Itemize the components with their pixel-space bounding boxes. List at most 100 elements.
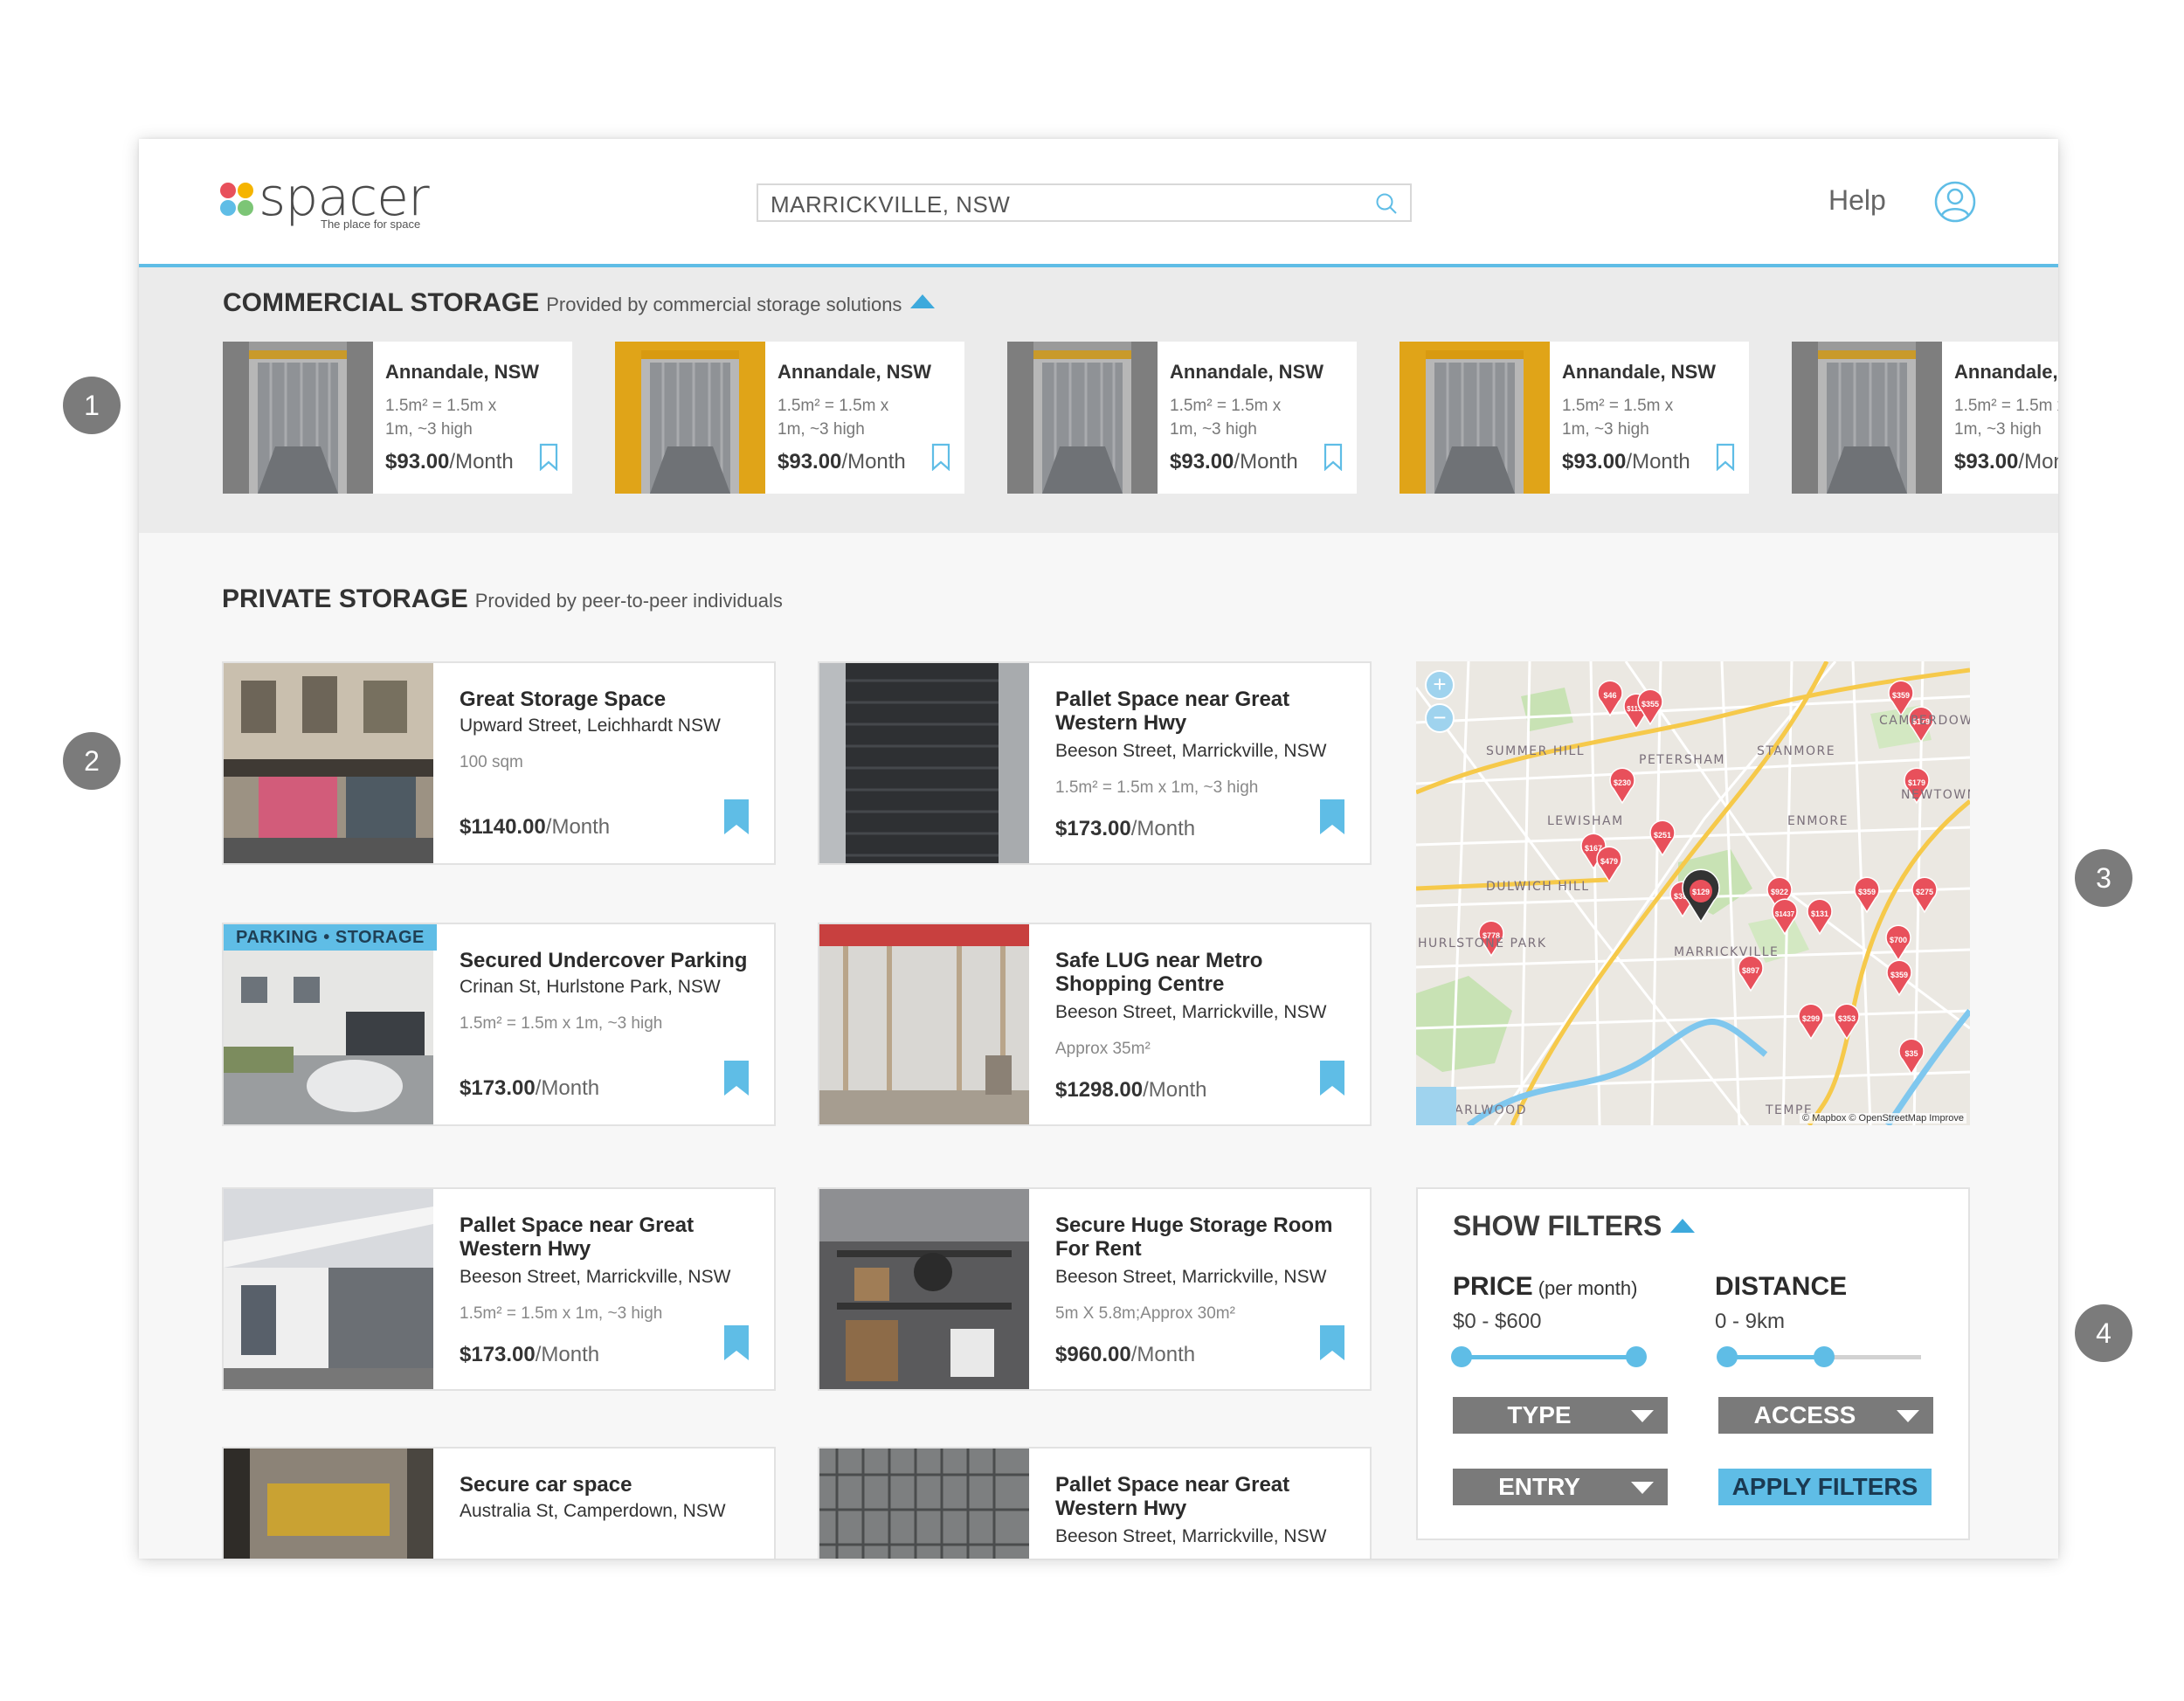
listing-photo[interactable] xyxy=(819,663,1029,863)
listing-title[interactable]: Great Storage Space xyxy=(460,688,761,711)
storage-unit-photo[interactable] xyxy=(223,342,373,494)
apply-filters-button[interactable]: APPLY FILTERS xyxy=(1718,1469,1932,1505)
bookmark-filled-icon[interactable] xyxy=(723,1061,750,1096)
distance-range-value: 0 - 9km xyxy=(1715,1310,1786,1333)
map-expand-icon[interactable] xyxy=(1416,1087,1456,1125)
listing-dimensions: 5m X 5.8m;Approx 30m² xyxy=(1055,1304,1235,1323)
price-amount: $173.00 xyxy=(460,1076,536,1100)
access-dropdown-label: ACCESS xyxy=(1753,1401,1856,1428)
listing-address: Upward Street, Leichhardt NSW xyxy=(460,716,721,736)
price-unit: /Month xyxy=(1130,1343,1196,1366)
commercial-listing-card[interactable]: Annandale, NSW 1.5m² = 1.5m x 1m, ~3 high… xyxy=(1007,342,1357,494)
filters-caret-icon xyxy=(1670,1218,1696,1233)
bookmark-outline-icon[interactable] xyxy=(1716,443,1735,471)
map-area-label: NEWTOWN xyxy=(1901,788,1970,802)
private-listing-card[interactable]: Safe LUG near Metro Shopping Centre Beeso… xyxy=(818,923,1372,1126)
bookmark-filled-icon[interactable] xyxy=(723,799,750,834)
listing-price: $93.00/Month xyxy=(1562,450,1690,474)
commercial-listing-card[interactable]: Annandale, NSW 1.5m² = 1.5m x 1m, ~3 high… xyxy=(1400,342,1749,494)
price-amount: $93.00 xyxy=(1954,450,2019,474)
map-pin-price: $922 xyxy=(1771,888,1788,896)
entry-dropdown[interactable]: ENTRY xyxy=(1453,1469,1668,1505)
listing-photo[interactable] xyxy=(819,1189,1029,1389)
listing-title[interactable]: Secure car space xyxy=(460,1473,761,1497)
listing-price: $93.00/Month xyxy=(385,450,514,474)
listing-photo[interactable] xyxy=(224,1189,433,1389)
bookmark-outline-icon[interactable] xyxy=(539,443,558,471)
price-slider-min-handle[interactable] xyxy=(1451,1346,1472,1367)
listing-address: Beeson Street, Marrickville, NSW xyxy=(1055,741,1327,761)
commercial-listing-card[interactable]: Annandale, NSW 1.5m² = 1.5m x 1m, ~3 high… xyxy=(615,342,964,494)
map-area-label: CAMPERDOWN xyxy=(1879,714,1970,728)
listing-photo[interactable] xyxy=(224,663,433,863)
price-amount: $1140.00 xyxy=(460,815,546,839)
distance-slider-max-handle[interactable] xyxy=(1814,1346,1835,1367)
listings-map[interactable]: $46 $1136 $355 $359 $179 $230 $179 $251 $167 $479… xyxy=(1416,661,1970,1125)
listing-title[interactable]: Pallet Space near Great Western Hwy xyxy=(1055,688,1357,735)
listing-title[interactable]: Secured Undercover Parking xyxy=(460,949,761,972)
listing-photo[interactable] xyxy=(224,1449,433,1559)
zoom-in-button[interactable]: + xyxy=(1425,670,1455,700)
listing-photo[interactable] xyxy=(224,924,433,1124)
price-unit: /Month xyxy=(535,1076,600,1100)
map-attribution[interactable]: © Mapbox © OpenStreetMap Improve xyxy=(1800,1113,1966,1124)
private-listing-card[interactable]: Great Storage Space Upward Street, Leichh… xyxy=(222,661,776,865)
commercial-listing-card[interactable]: Annandale, NSW 1.5m² = 1.5m x 1m, ~3 high… xyxy=(1792,342,2058,494)
search-icon[interactable] xyxy=(1375,192,1398,215)
listing-title[interactable]: Pallet Space near Great Western Hwy xyxy=(460,1214,761,1261)
help-link[interactable]: Help xyxy=(1828,184,1886,217)
private-listing-card[interactable]: Pallet Space near Great Western Hwy Beeso… xyxy=(818,661,1372,865)
step-marker-3: 3 xyxy=(2075,849,2132,907)
storage-unit-photo[interactable] xyxy=(615,342,765,494)
bookmark-filled-icon[interactable] xyxy=(1319,1061,1345,1096)
map-pin-price: $46 xyxy=(1603,691,1616,700)
price-amount: $93.00 xyxy=(385,450,450,474)
commercial-heading: COMMERCIAL STORAGE Provided by commercial… xyxy=(223,288,936,318)
location-search-input[interactable]: MARRICKVILLE, NSW xyxy=(757,183,1412,222)
step-marker-1: 1 xyxy=(63,377,121,434)
map-pin-price: $35 xyxy=(1904,1049,1918,1058)
listing-location: Annandale, NSW xyxy=(778,361,932,383)
storage-unit-photo[interactable] xyxy=(1792,342,1942,494)
listing-photo[interactable] xyxy=(819,1449,1029,1559)
price-amount: $1298.00 xyxy=(1055,1078,1144,1102)
listing-title[interactable]: Pallet Space near Great Western Hwy xyxy=(1055,1473,1357,1520)
price-amount: $93.00 xyxy=(1170,450,1234,474)
access-dropdown[interactable]: ACCESS xyxy=(1718,1397,1933,1434)
price-slider[interactable] xyxy=(1451,1345,1647,1369)
bookmark-filled-icon[interactable] xyxy=(723,1325,750,1360)
distance-slider-fill xyxy=(1727,1355,1824,1359)
zoom-out-button[interactable]: − xyxy=(1425,703,1455,733)
price-amount: $173.00 xyxy=(1055,817,1131,840)
map-pin-price: $359 xyxy=(1858,888,1876,896)
show-filters-toggle[interactable]: SHOW FILTERS xyxy=(1453,1210,1696,1242)
listing-dimensions: 1.5m² = 1.5m x 1m, ~3 high xyxy=(1954,397,2058,439)
private-listing-card[interactable]: Secured Undercover Parking Crinan St, Hur… xyxy=(222,923,776,1126)
type-dropdown[interactable]: TYPE xyxy=(1453,1397,1668,1434)
user-account-icon[interactable] xyxy=(1934,181,1976,223)
storage-unit-photo[interactable] xyxy=(1400,342,1550,494)
distance-slider[interactable] xyxy=(1717,1345,1921,1369)
price-slider-max-handle[interactable] xyxy=(1626,1346,1647,1367)
distance-label: DISTANCE xyxy=(1715,1272,1848,1301)
listing-title[interactable]: Secure Huge Storage Room For Rent xyxy=(1055,1214,1357,1261)
bookmark-outline-icon[interactable] xyxy=(1324,443,1343,471)
listing-photo[interactable] xyxy=(819,924,1029,1124)
private-listing-card[interactable]: Secure Huge Storage Room For Rent Beeson … xyxy=(818,1187,1372,1391)
listing-title[interactable]: Safe LUG near Metro Shopping Centre xyxy=(1055,949,1357,996)
spacer-logo[interactable]: spacer The place for space xyxy=(220,167,447,235)
private-listing-card[interactable]: Pallet Space near Great Western Hwy Beeso… xyxy=(818,1447,1372,1559)
map-pin-price: $129 xyxy=(1692,888,1710,896)
bookmark-filled-icon[interactable] xyxy=(1319,799,1345,834)
access-chevron-down-icon xyxy=(1897,1410,1919,1422)
commercial-listing-card[interactable]: Annandale, NSW 1.5m² = 1.5m x 1m, ~3 high… xyxy=(223,342,572,494)
top-header: spacer The place for space MARRICKVILLE,… xyxy=(139,139,2058,267)
private-listing-card[interactable]: Secure car space Australia St, Camperdown… xyxy=(222,1447,776,1559)
map-area-label: SUMMER HILL xyxy=(1486,744,1586,758)
private-listing-card[interactable]: Pallet Space near Great Western Hwy Beeso… xyxy=(222,1187,776,1391)
bookmark-outline-icon[interactable] xyxy=(931,443,950,471)
distance-slider-min-handle[interactable] xyxy=(1717,1346,1738,1367)
collapse-caret-icon[interactable] xyxy=(910,294,936,309)
bookmark-filled-icon[interactable] xyxy=(1319,1325,1345,1360)
storage-unit-photo[interactable] xyxy=(1007,342,1158,494)
